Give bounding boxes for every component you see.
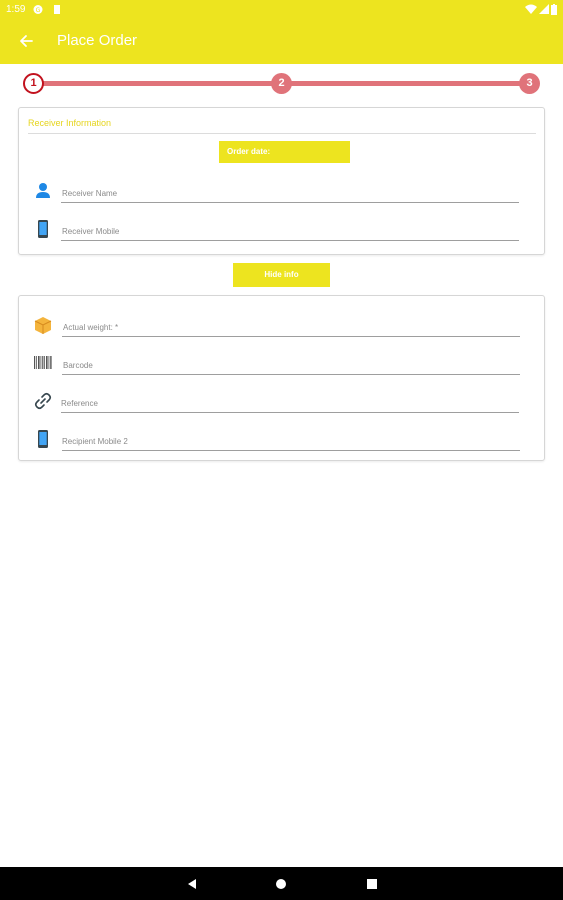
mobile-phone-icon — [38, 220, 48, 238]
person-icon — [36, 183, 50, 198]
recipient-mobile-2-field[interactable]: Recipient Mobile 2 — [19, 427, 546, 457]
barcode-icon — [34, 356, 52, 369]
recipient-mobile-2-placeholder: Recipient Mobile 2 — [62, 437, 128, 446]
receiver-name-placeholder: Receiver Name — [62, 189, 118, 198]
receiver-mobile-field[interactable]: Receiver Mobile — [19, 217, 546, 247]
field-underline — [62, 450, 520, 451]
barcode-field[interactable]: Barcode — [19, 351, 546, 381]
arrow-back-icon[interactable] — [14, 28, 40, 54]
step-1[interactable]: 1 — [23, 73, 44, 94]
field-underline — [62, 374, 520, 375]
package-icon — [34, 317, 52, 334]
step-2[interactable]: 2 — [271, 73, 292, 94]
svg-text:G: G — [36, 7, 41, 14]
actual-weight-field[interactable]: Actual weight: * — [19, 313, 546, 343]
order-details-card: Actual weight: * Barcode Reference Recip… — [18, 295, 545, 461]
home-circle-icon[interactable] — [273, 876, 289, 892]
system-navigation-bar — [0, 867, 563, 900]
wifi-icon — [525, 4, 537, 14]
page-title: Place Order — [57, 32, 138, 49]
app-bar: Place Order — [0, 20, 563, 64]
status-time: 1:59 — [6, 4, 26, 15]
receiver-name-field[interactable]: Receiver Name — [19, 179, 546, 209]
progress-stepper: 1 2 3 — [0, 64, 563, 104]
app-screen: 1:59 G Place Order 1 2 3 Receiver Inform… — [0, 0, 563, 900]
signal-icon — [539, 4, 549, 14]
sd-card-icon — [54, 5, 60, 14]
card-divider — [28, 133, 536, 134]
status-bar: 1:59 G — [0, 0, 563, 20]
reference-field[interactable]: Reference — [19, 389, 546, 419]
receiver-information-card: Receiver Information Order date: Receive… — [18, 107, 545, 255]
order-date-button[interactable]: Order date: — [219, 141, 350, 163]
link-icon — [34, 392, 52, 410]
actual-weight-placeholder: Actual weight: * — [63, 323, 119, 332]
hide-info-button[interactable]: Hide info — [233, 263, 330, 287]
barcode-placeholder: Barcode — [63, 361, 93, 370]
field-underline — [61, 412, 519, 413]
step-3[interactable]: 3 — [519, 73, 540, 94]
field-underline — [61, 202, 519, 203]
recents-square-icon[interactable] — [364, 876, 380, 892]
reference-placeholder: Reference — [61, 399, 98, 408]
battery-icon — [551, 4, 557, 15]
shield-icon: G — [33, 5, 43, 14]
field-underline — [61, 240, 519, 241]
mobile-phone-icon — [38, 430, 48, 448]
field-underline — [62, 336, 520, 337]
receiver-mobile-placeholder: Receiver Mobile — [62, 227, 120, 236]
back-triangle-icon[interactable] — [184, 876, 200, 892]
receiver-card-title: Receiver Information — [28, 118, 112, 128]
